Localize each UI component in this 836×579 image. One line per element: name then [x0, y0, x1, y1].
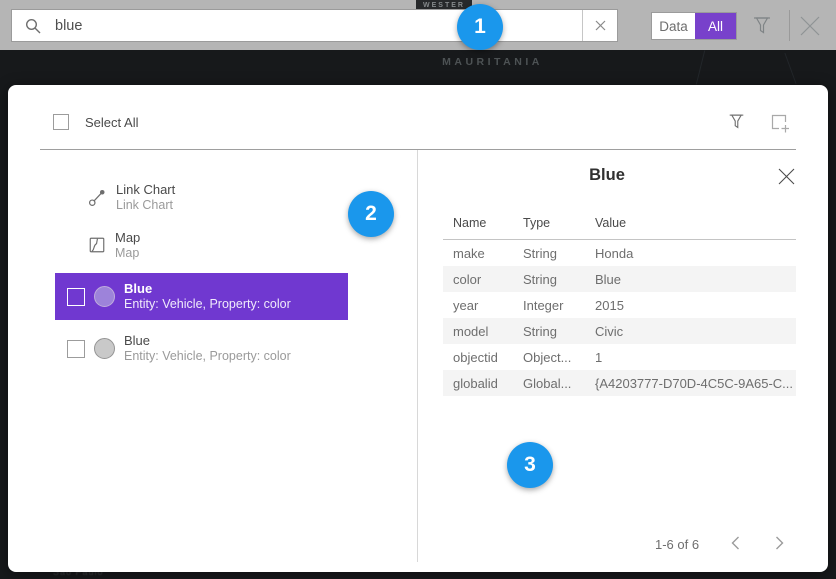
cell-name: make [443, 246, 523, 261]
column-value: Value [595, 216, 796, 230]
cell-name: objectid [443, 350, 523, 365]
results-filter-icon[interactable] [728, 112, 745, 131]
entity-icon [94, 338, 115, 359]
result-checkbox[interactable] [67, 340, 85, 358]
cell-value: 1 [595, 350, 796, 365]
cell-value: Civic [595, 324, 796, 339]
panel-split-divider [417, 150, 418, 562]
result-subtitle: Entity: Vehicle, Property: color [124, 297, 291, 312]
result-title: Blue [124, 281, 291, 297]
cell-type: String [523, 246, 595, 261]
detail-title: Blue [417, 166, 797, 185]
map-border-line [696, 50, 705, 84]
callout-badge-2: 2 [348, 191, 394, 237]
search-icon [25, 18, 41, 34]
cell-value: {A4203777-D70D-4C5C-9A65-C... [595, 376, 796, 391]
header-divider [40, 149, 796, 150]
result-item-blue-selected[interactable]: Blue Entity: Vehicle, Property: color [55, 273, 348, 320]
entity-icon [94, 286, 115, 307]
map-label-mauritania: MAURITANIA [410, 56, 575, 68]
table-row: objectid Object... 1 [443, 344, 796, 370]
column-name: Name [443, 216, 523, 230]
result-title: Map [115, 230, 140, 246]
prev-page-icon[interactable] [726, 534, 744, 552]
cell-name: globalid [443, 376, 523, 391]
search-toolbar: WESTER Data All [0, 0, 836, 50]
pagination-range: 1-6 of 6 [655, 537, 699, 552]
table-row: model String Civic [443, 318, 796, 344]
cell-type: String [523, 324, 595, 339]
select-all-label: Select All [85, 115, 138, 130]
search-box [11, 9, 618, 42]
cell-value: 2015 [595, 298, 796, 313]
cell-name: color [443, 272, 523, 287]
cell-type: Object... [523, 350, 595, 365]
table-row: year Integer 2015 [443, 292, 796, 318]
table-row: make String Honda [443, 240, 796, 266]
result-item-link-chart[interactable]: Link Chart Link Chart [55, 175, 348, 219]
cell-name: year [443, 298, 523, 313]
search-results-panel: Select All Link Chart Link Chart [8, 85, 828, 572]
cell-value: Blue [595, 272, 796, 287]
add-selection-icon[interactable] [770, 113, 790, 133]
cell-value: Honda [595, 246, 796, 261]
result-title: Blue [124, 333, 291, 349]
map-icon [88, 236, 106, 254]
cell-type: Global... [523, 376, 595, 391]
attribute-table-header: Name Type Value [443, 216, 796, 230]
result-subtitle: Entity: Vehicle, Property: color [124, 349, 291, 364]
cell-type: String [523, 272, 595, 287]
result-subtitle: Map [115, 246, 140, 261]
map-border-line [784, 53, 796, 84]
filter-icon[interactable] [752, 15, 772, 36]
result-item-blue[interactable]: Blue Entity: Vehicle, Property: color [55, 325, 348, 372]
select-all-checkbox[interactable] [53, 114, 69, 130]
scope-option-data[interactable]: Data [652, 13, 695, 39]
scope-toggle: Data All [651, 12, 737, 40]
column-type: Type [523, 216, 595, 230]
cell-type: Integer [523, 298, 595, 313]
toolbar-divider [789, 10, 790, 41]
close-detail-icon[interactable] [778, 168, 795, 185]
close-search-icon[interactable] [798, 14, 822, 38]
next-page-icon[interactable] [770, 534, 788, 552]
result-title: Link Chart [116, 182, 175, 198]
table-row: globalid Global... {A4203777-D70D-4C5C-9… [443, 370, 796, 396]
callout-badge-1: 1 [457, 4, 503, 50]
clear-search-button[interactable] [582, 10, 617, 41]
cell-name: model [443, 324, 523, 339]
result-item-map[interactable]: Map Map [55, 223, 348, 267]
result-checkbox[interactable] [67, 288, 85, 306]
link-chart-icon [88, 188, 107, 207]
callout-badge-3: 3 [507, 442, 553, 488]
result-subtitle: Link Chart [116, 198, 175, 213]
scope-option-all[interactable]: All [695, 13, 736, 39]
table-row: color String Blue [443, 266, 796, 292]
